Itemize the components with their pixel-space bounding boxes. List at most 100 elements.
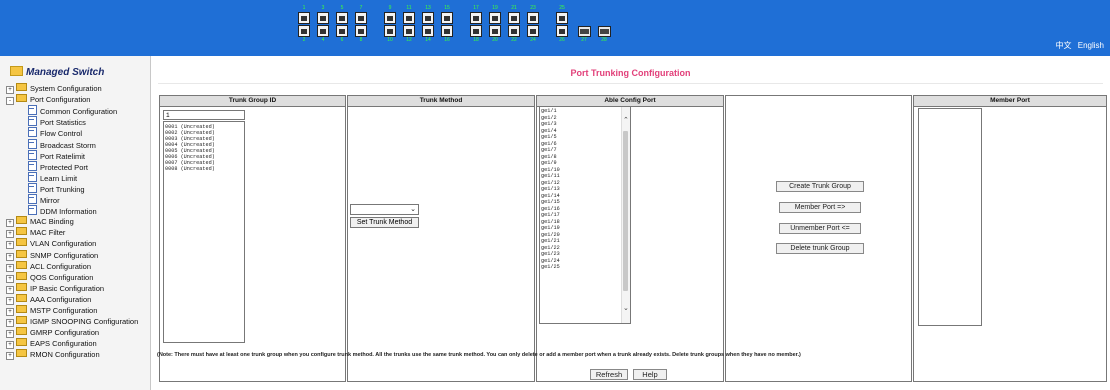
scroll-up-icon[interactable]: ⌃ — [623, 117, 629, 124]
ethernet-port-icon[interactable] — [384, 25, 396, 37]
sidebar-item[interactable]: + GMRP Configuration — [6, 327, 99, 339]
ethernet-port-icon[interactable] — [384, 12, 396, 24]
fiber-port-icon[interactable] — [598, 26, 611, 37]
expand-icon[interactable]: + — [6, 219, 14, 228]
sidebar-item[interactable]: Port Ratelimit — [28, 149, 86, 161]
ethernet-port-icon[interactable] — [336, 25, 348, 37]
ethernet-port-icon[interactable] — [508, 25, 520, 37]
ethernet-port-icon[interactable] — [527, 25, 539, 37]
expand-icon[interactable]: + — [6, 230, 14, 239]
fiber-port-icon[interactable] — [578, 26, 591, 37]
sidebar-item[interactable]: + QOS Configuration — [6, 271, 93, 283]
sidebar-item[interactable]: Common Configuration — [28, 105, 117, 116]
sidebar-item[interactable]: Learn Limit — [28, 171, 77, 183]
sidebar-item[interactable]: DDM Information — [28, 205, 97, 216]
sidebar-item[interactable]: Port Trunking — [28, 182, 85, 194]
refresh-button[interactable]: Refresh — [590, 369, 628, 380]
expand-icon[interactable]: + — [6, 274, 14, 283]
sidebar-item[interactable]: + MSTP Configuration — [6, 305, 97, 316]
expand-icon[interactable]: + — [6, 308, 14, 316]
create-trunk-group-button[interactable]: Create Trunk Group — [776, 181, 864, 192]
sidebar-item[interactable]: + SNMP Configuration — [6, 249, 98, 261]
sidebar-item[interactable]: + AAA Configuration — [6, 293, 91, 305]
ethernet-port-icon[interactable] — [317, 12, 329, 24]
sidebar-item[interactable]: + System Configuration — [6, 83, 102, 94]
ethernet-port-icon[interactable] — [489, 25, 501, 37]
ethernet-port-icon[interactable] — [298, 25, 310, 37]
sidebar-item[interactable]: + RMON Configuration — [6, 349, 100, 361]
page-icon — [28, 127, 37, 138]
sidebar-item-label: Port Ratelimit — [40, 151, 86, 161]
sidebar-item[interactable]: + IGMP SNOOPING Configuration — [6, 316, 138, 328]
sidebar-item[interactable]: + EAPS Configuration — [6, 338, 97, 350]
expand-icon[interactable]: + — [6, 241, 14, 250]
ethernet-port-icon[interactable] — [298, 12, 310, 24]
sidebar-item[interactable]: Flow Control — [28, 127, 82, 138]
sidebar-item-label: System Configuration — [30, 84, 102, 93]
member-port-button[interactable]: Member Port => — [779, 202, 861, 213]
ethernet-port-icon[interactable] — [441, 12, 453, 24]
scroll-down-icon[interactable]: ⌄ — [623, 305, 629, 312]
ethernet-port-icon[interactable] — [355, 12, 367, 24]
collapse-icon[interactable]: - — [6, 97, 14, 106]
port-option[interactable]: ge1/21 — [541, 238, 560, 245]
expand-icon[interactable]: + — [6, 86, 14, 94]
trunk-group-list[interactable]: 0001 (Uncreated) 0002 (Uncreated) 0003 (Un… — [163, 121, 245, 343]
scroll-thumb[interactable] — [623, 131, 628, 291]
ethernet-port-icon[interactable] — [422, 25, 434, 37]
expand-icon[interactable]: + — [6, 319, 14, 328]
sidebar-item[interactable]: + MAC Binding — [6, 216, 74, 228]
sidebar-item[interactable]: Port Statistics — [28, 116, 86, 127]
ethernet-port-icon[interactable] — [527, 12, 539, 24]
sidebar-item[interactable]: Mirror — [28, 194, 60, 205]
ethernet-port-icon[interactable] — [508, 12, 520, 24]
ethernet-port-icon[interactable] — [489, 12, 501, 24]
port-number-label: 3 — [321, 5, 325, 11]
ethernet-port-icon[interactable] — [441, 25, 453, 37]
port-option[interactable]: ge1/25 — [541, 264, 560, 271]
delete-trunk-group-button[interactable]: Delete trunk Group — [776, 243, 864, 254]
port-option[interactable]: ge1/17 — [541, 212, 560, 219]
sidebar-item[interactable]: Broadcast Storm — [28, 138, 96, 150]
sidebar-item[interactable]: + VLAN Configuration — [6, 238, 96, 250]
port-list-scrollbar[interactable]: ⌃ ⌄ — [621, 107, 630, 323]
unmember-port-button[interactable]: Unmember Port <= — [779, 223, 861, 234]
sidebar-item[interactable]: + IP Basic Configuration — [6, 282, 104, 294]
ethernet-port-icon[interactable] — [422, 12, 434, 24]
expand-icon[interactable]: + — [6, 330, 14, 339]
lang-english-link[interactable]: English — [1078, 41, 1104, 50]
expand-icon[interactable]: + — [6, 341, 14, 350]
expand-icon[interactable]: + — [6, 263, 14, 272]
ethernet-port-icon[interactable] — [470, 12, 482, 24]
expand-icon[interactable]: + — [6, 296, 14, 305]
ethernet-port-icon[interactable] — [403, 25, 415, 37]
help-button[interactable]: Help — [633, 369, 667, 380]
set-trunk-method-button[interactable]: Set Trunk Method — [350, 217, 419, 228]
port-option[interactable]: ge1/11 — [541, 173, 560, 180]
lang-chinese-link[interactable]: 中文 — [1056, 41, 1072, 50]
port-option[interactable]: ge1/23 — [541, 251, 560, 258]
ethernet-port-icon[interactable] — [336, 12, 348, 24]
ethernet-port-icon[interactable] — [317, 25, 329, 37]
sidebar-item[interactable]: Protected Port — [28, 160, 88, 172]
ethernet-port-icon[interactable] — [403, 12, 415, 24]
trunk-group-id-panel: Trunk Group ID 0001 (Uncreated)0002 (Unc… — [159, 95, 346, 382]
expand-icon[interactable]: + — [6, 285, 14, 294]
sidebar-item[interactable]: - Port Configuration — [6, 94, 90, 106]
expand-icon[interactable]: + — [6, 352, 14, 361]
ethernet-port-icon[interactable] — [470, 25, 482, 37]
port-option[interactable]: ge1/19 — [541, 225, 560, 232]
trunk-group-option[interactable]: 0008 (Uncreated) — [165, 166, 243, 172]
able-config-port-list[interactable]: ge1/1 ge1/2 ge1/3 ge1/4 ge1/5 ge1/6 ge1/7 ge1/8… — [539, 106, 631, 324]
ethernet-port-icon[interactable] — [556, 25, 568, 37]
port-option[interactable]: ge1/15 — [541, 199, 560, 206]
member-port-list[interactable] — [918, 108, 982, 326]
ethernet-port-icon[interactable] — [355, 25, 367, 37]
sidebar-item[interactable]: + MAC Filter — [6, 227, 65, 239]
sidebar-item[interactable]: + ACL Configuration — [6, 260, 91, 272]
trunk-method-select[interactable]: ⌄ — [350, 204, 419, 215]
trunk-group-id-input[interactable] — [163, 110, 245, 120]
expand-icon[interactable]: + — [6, 252, 14, 261]
port-option[interactable]: ge1/13 — [541, 186, 560, 193]
ethernet-port-icon[interactable] — [556, 12, 568, 24]
